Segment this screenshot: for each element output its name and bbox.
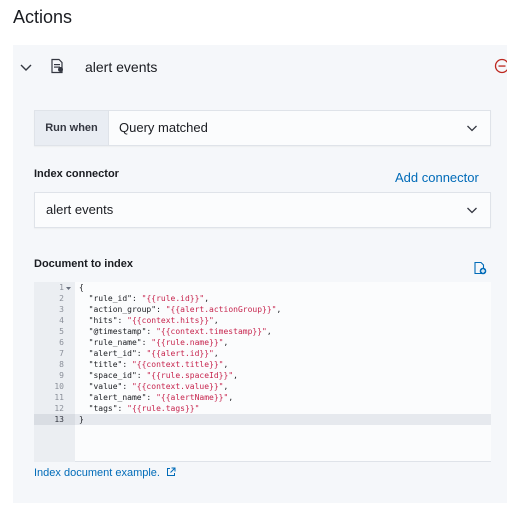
chevron-down-icon[interactable] bbox=[466, 204, 478, 216]
code-string: "{{rule.tags}}" bbox=[127, 404, 200, 413]
code-string: "{{rule.name}}" bbox=[151, 338, 224, 347]
remove-circle-icon[interactable] bbox=[494, 58, 507, 74]
code-string: "{{context.value}}" bbox=[131, 382, 224, 391]
line-number: 3 bbox=[59, 305, 64, 314]
code-punct: , bbox=[223, 382, 229, 391]
code-punct: , bbox=[233, 371, 238, 380]
connector-value[interactable]: alert events bbox=[46, 193, 113, 227]
chevron-down-icon[interactable] bbox=[19, 60, 33, 74]
code-key: "hits": bbox=[79, 316, 128, 325]
code-punct: , bbox=[213, 349, 219, 358]
code-line: { bbox=[79, 282, 84, 293]
code-string: "{{context.hits}}" bbox=[127, 316, 214, 325]
line-number: 2 bbox=[59, 294, 64, 303]
code-key: "@timestamp": bbox=[79, 327, 157, 336]
code-punct: , bbox=[276, 305, 282, 314]
code-line: "@timestamp": "{{context.timestamp}}", bbox=[79, 326, 272, 337]
code-key: "alert_name": bbox=[79, 393, 157, 402]
code-punct: , bbox=[223, 360, 229, 369]
code-line: "hits": "{{context.hits}}", bbox=[79, 315, 219, 326]
code-punct: , bbox=[223, 338, 229, 347]
code-punct: , bbox=[204, 294, 210, 303]
document-icon bbox=[51, 58, 63, 74]
section-title: Actions bbox=[13, 7, 73, 27]
code-string: "{{rule.spaceId}}" bbox=[146, 371, 234, 380]
action-panel: alert events Run when Query matched Inde… bbox=[13, 45, 507, 503]
line-number: 13 bbox=[54, 415, 64, 424]
line-number: 1 bbox=[59, 283, 64, 292]
code-string: "{{context.title}}" bbox=[131, 360, 224, 369]
code-punct: , bbox=[228, 393, 234, 402]
code-key: "value": bbox=[79, 382, 132, 391]
line-number: 7 bbox=[59, 349, 64, 358]
fold-arrow-icon[interactable] bbox=[66, 286, 71, 291]
line-number: 8 bbox=[59, 360, 64, 369]
line-number: 12 bbox=[54, 404, 64, 413]
code-string: "{{context.timestamp}}" bbox=[156, 327, 267, 336]
example-link-text[interactable]: Index document example. bbox=[34, 467, 160, 479]
code-string: "{{alertName}}" bbox=[156, 393, 229, 402]
line-number: 9 bbox=[59, 371, 64, 380]
code-key: "title": bbox=[79, 360, 132, 369]
code-key: "rule_id": bbox=[79, 294, 142, 303]
run-when-label: Run when bbox=[35, 111, 109, 145]
action-title: alert events bbox=[85, 59, 158, 75]
code-string: "{{alert.actionGroup}}" bbox=[165, 305, 277, 314]
code-line: "rule_id": "{{rule.id}}", bbox=[79, 293, 209, 304]
code-key: "tags": bbox=[79, 404, 128, 413]
code-line: "action_group": "{{alert.actionGroup}}", bbox=[79, 304, 282, 315]
active-line-highlight bbox=[34, 414, 491, 425]
line-number: 4 bbox=[59, 316, 64, 325]
connector-select[interactable]: alert events bbox=[34, 192, 491, 228]
code-line: "title": "{{context.title}}", bbox=[79, 359, 229, 370]
external-link-icon[interactable] bbox=[166, 467, 176, 477]
index-document-example-link[interactable]: Index document example. bbox=[34, 467, 176, 479]
code-punct: , bbox=[266, 327, 272, 336]
code-line: "rule_name": "{{rule.name}}", bbox=[79, 337, 229, 348]
add-connector-link[interactable]: Add connector bbox=[395, 170, 479, 185]
add-variable-icon[interactable] bbox=[473, 261, 487, 275]
code-punct: } bbox=[79, 415, 84, 424]
run-when-value[interactable]: Query matched bbox=[119, 111, 208, 145]
code-line: "value": "{{context.value}}", bbox=[79, 381, 229, 392]
code-punct: { bbox=[79, 283, 84, 292]
document-to-index-label: Document to index bbox=[34, 258, 134, 270]
code-key: "rule_name": bbox=[79, 338, 152, 347]
line-number: 5 bbox=[59, 327, 64, 336]
run-when-select[interactable]: Run when Query matched bbox=[34, 110, 491, 146]
code-string: "{{alert.id}}" bbox=[146, 349, 214, 358]
code-line: "alert_name": "{{alertName}}", bbox=[79, 392, 234, 403]
code-line: "space_id": "{{rule.spaceId}}", bbox=[79, 370, 238, 381]
line-number: 6 bbox=[59, 338, 64, 347]
code-editor[interactable]: 1 2 3 4 5 6 7 8 9 10 11 12 13 { "rule_id": "{{rule.i… bbox=[34, 282, 491, 462]
line-number: 11 bbox=[54, 393, 64, 402]
code-key: "action_group": bbox=[79, 305, 166, 314]
action-accordion-header[interactable]: alert events bbox=[13, 45, 507, 89]
code-punct: , bbox=[213, 316, 219, 325]
code-line: } bbox=[79, 414, 84, 425]
index-connector-label: Index connector bbox=[34, 168, 119, 180]
code-line: "tags": "{{rule.tags}}" bbox=[79, 403, 200, 414]
line-number: 10 bbox=[54, 382, 64, 391]
code-line: "alert_id": "{{alert.id}}", bbox=[79, 348, 219, 359]
chevron-down-icon[interactable] bbox=[466, 122, 478, 134]
code-key: "alert_id": bbox=[79, 349, 147, 358]
code-string: "{{rule.id}}" bbox=[141, 294, 205, 303]
code-key: "space_id": bbox=[79, 371, 147, 380]
